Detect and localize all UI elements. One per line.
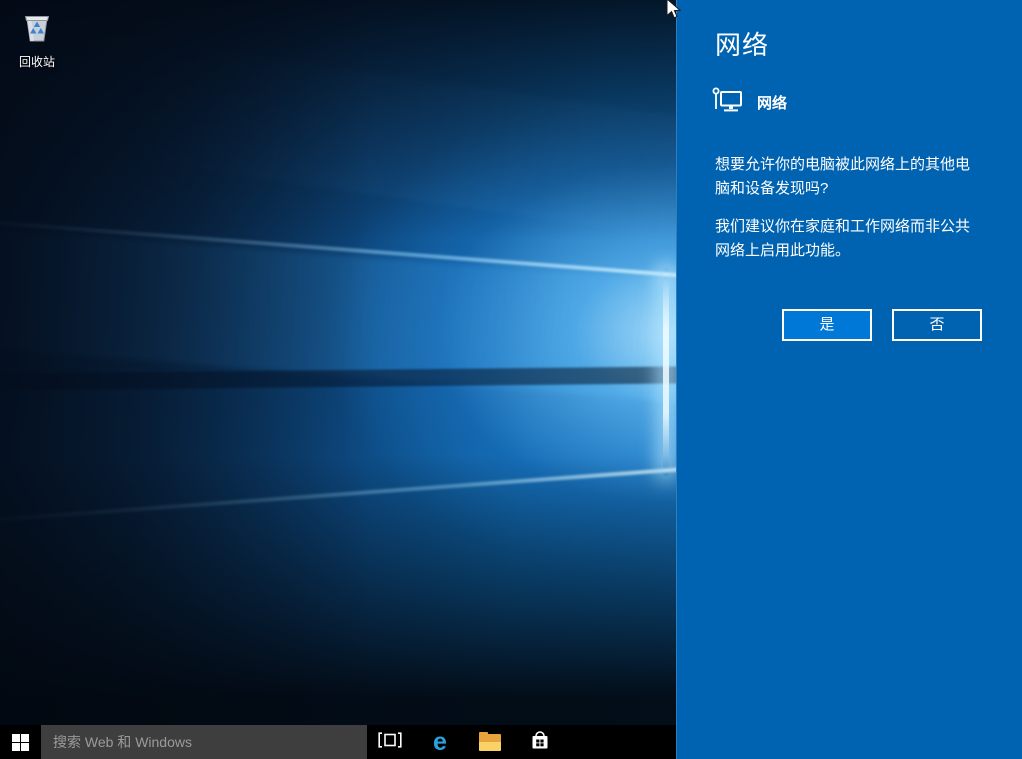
file-explorer-icon: [479, 734, 501, 751]
taskbar-search: [41, 725, 367, 759]
task-view-button[interactable]: [365, 725, 415, 759]
file-explorer-button[interactable]: [465, 725, 515, 759]
yes-button[interactable]: 是: [782, 309, 872, 341]
mouse-cursor: [666, 0, 682, 26]
edge-icon: e: [433, 730, 447, 755]
network-flyout-panel: 网络 网络 想要允许你的电脑被此网络上的其他电脑和设备发现吗? 我们建议你在家庭…: [676, 0, 1022, 759]
discovery-question-text: 想要允许你的电脑被此网络上的其他电脑和设备发现吗?: [715, 153, 979, 201]
start-button[interactable]: [0, 725, 41, 759]
search-input[interactable]: [41, 725, 367, 759]
windows-logo-icon: [12, 734, 29, 751]
panel-title: 网络: [715, 25, 769, 62]
recycle-bin-shortcut[interactable]: 回收站: [8, 8, 66, 70]
taskbar: e: [0, 725, 676, 759]
edge-browser-button[interactable]: e: [415, 725, 465, 759]
network-name-label: 网络: [757, 92, 787, 113]
recycle-bin-label: 回收站: [8, 53, 66, 70]
recommendation-text: 我们建议你在家庭和工作网络而非公共网络上启用此功能。: [715, 215, 979, 263]
network-list-item[interactable]: 网络: [712, 85, 787, 120]
store-icon: [530, 729, 550, 755]
task-view-icon: [378, 732, 402, 753]
wired-network-icon: [712, 85, 744, 120]
desktop-wallpaper: [0, 0, 676, 725]
no-button[interactable]: 否: [892, 309, 982, 341]
screen: 回收站 网络 网络 想要允许你的电脑被此网络上的其他电脑和设备发现吗? 我们建议…: [0, 0, 1022, 759]
recycle-bin-icon: [18, 33, 56, 50]
store-button[interactable]: [515, 725, 565, 759]
